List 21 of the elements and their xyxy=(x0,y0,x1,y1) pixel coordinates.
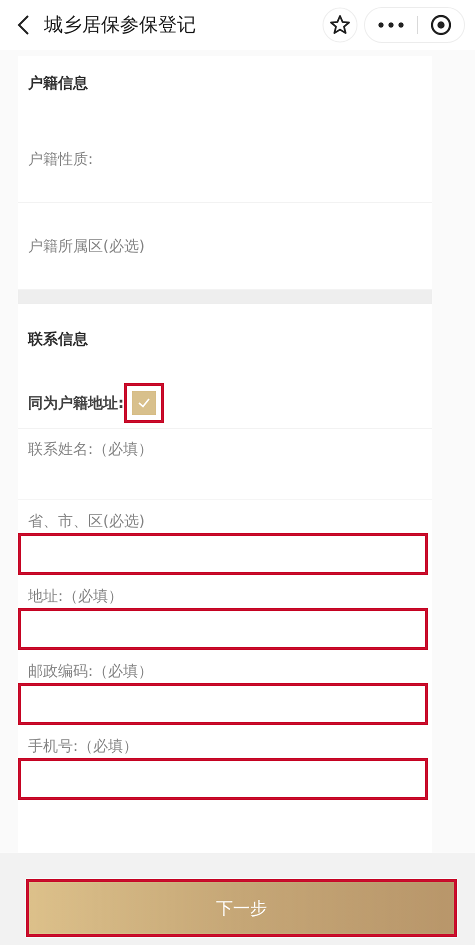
field-label: 手机号:（必填） xyxy=(27,737,140,756)
field-label[interactable]: 户籍性质: xyxy=(28,150,94,168)
section-title: 联系信息 xyxy=(26,329,89,350)
input-field[interactable] xyxy=(18,758,428,800)
input-field[interactable] xyxy=(18,533,428,575)
checkbox[interactable] xyxy=(124,383,164,423)
next-button[interactable]: 下一步 xyxy=(26,879,457,937)
page-title: 城乡居保参保登记 xyxy=(44,13,196,38)
back-icon[interactable] xyxy=(16,14,30,36)
field-label: 省、市、区(必选) xyxy=(27,512,146,531)
input-field[interactable] xyxy=(18,608,428,650)
field-label[interactable]: 户籍所属区(必选) xyxy=(28,236,145,256)
field-label: 地址:（必填） xyxy=(27,587,124,606)
input-field[interactable] xyxy=(18,683,428,725)
more-icon[interactable] xyxy=(377,21,405,29)
close-icon[interactable] xyxy=(430,14,452,36)
field-label[interactable]: 联系姓名:（必填） xyxy=(28,440,154,458)
field-label: 邮政编码:（必填） xyxy=(27,662,154,681)
check-icon xyxy=(137,397,151,409)
checkbox-label: 同为户籍地址: xyxy=(28,394,124,412)
section-title: 户籍信息 xyxy=(27,73,89,94)
